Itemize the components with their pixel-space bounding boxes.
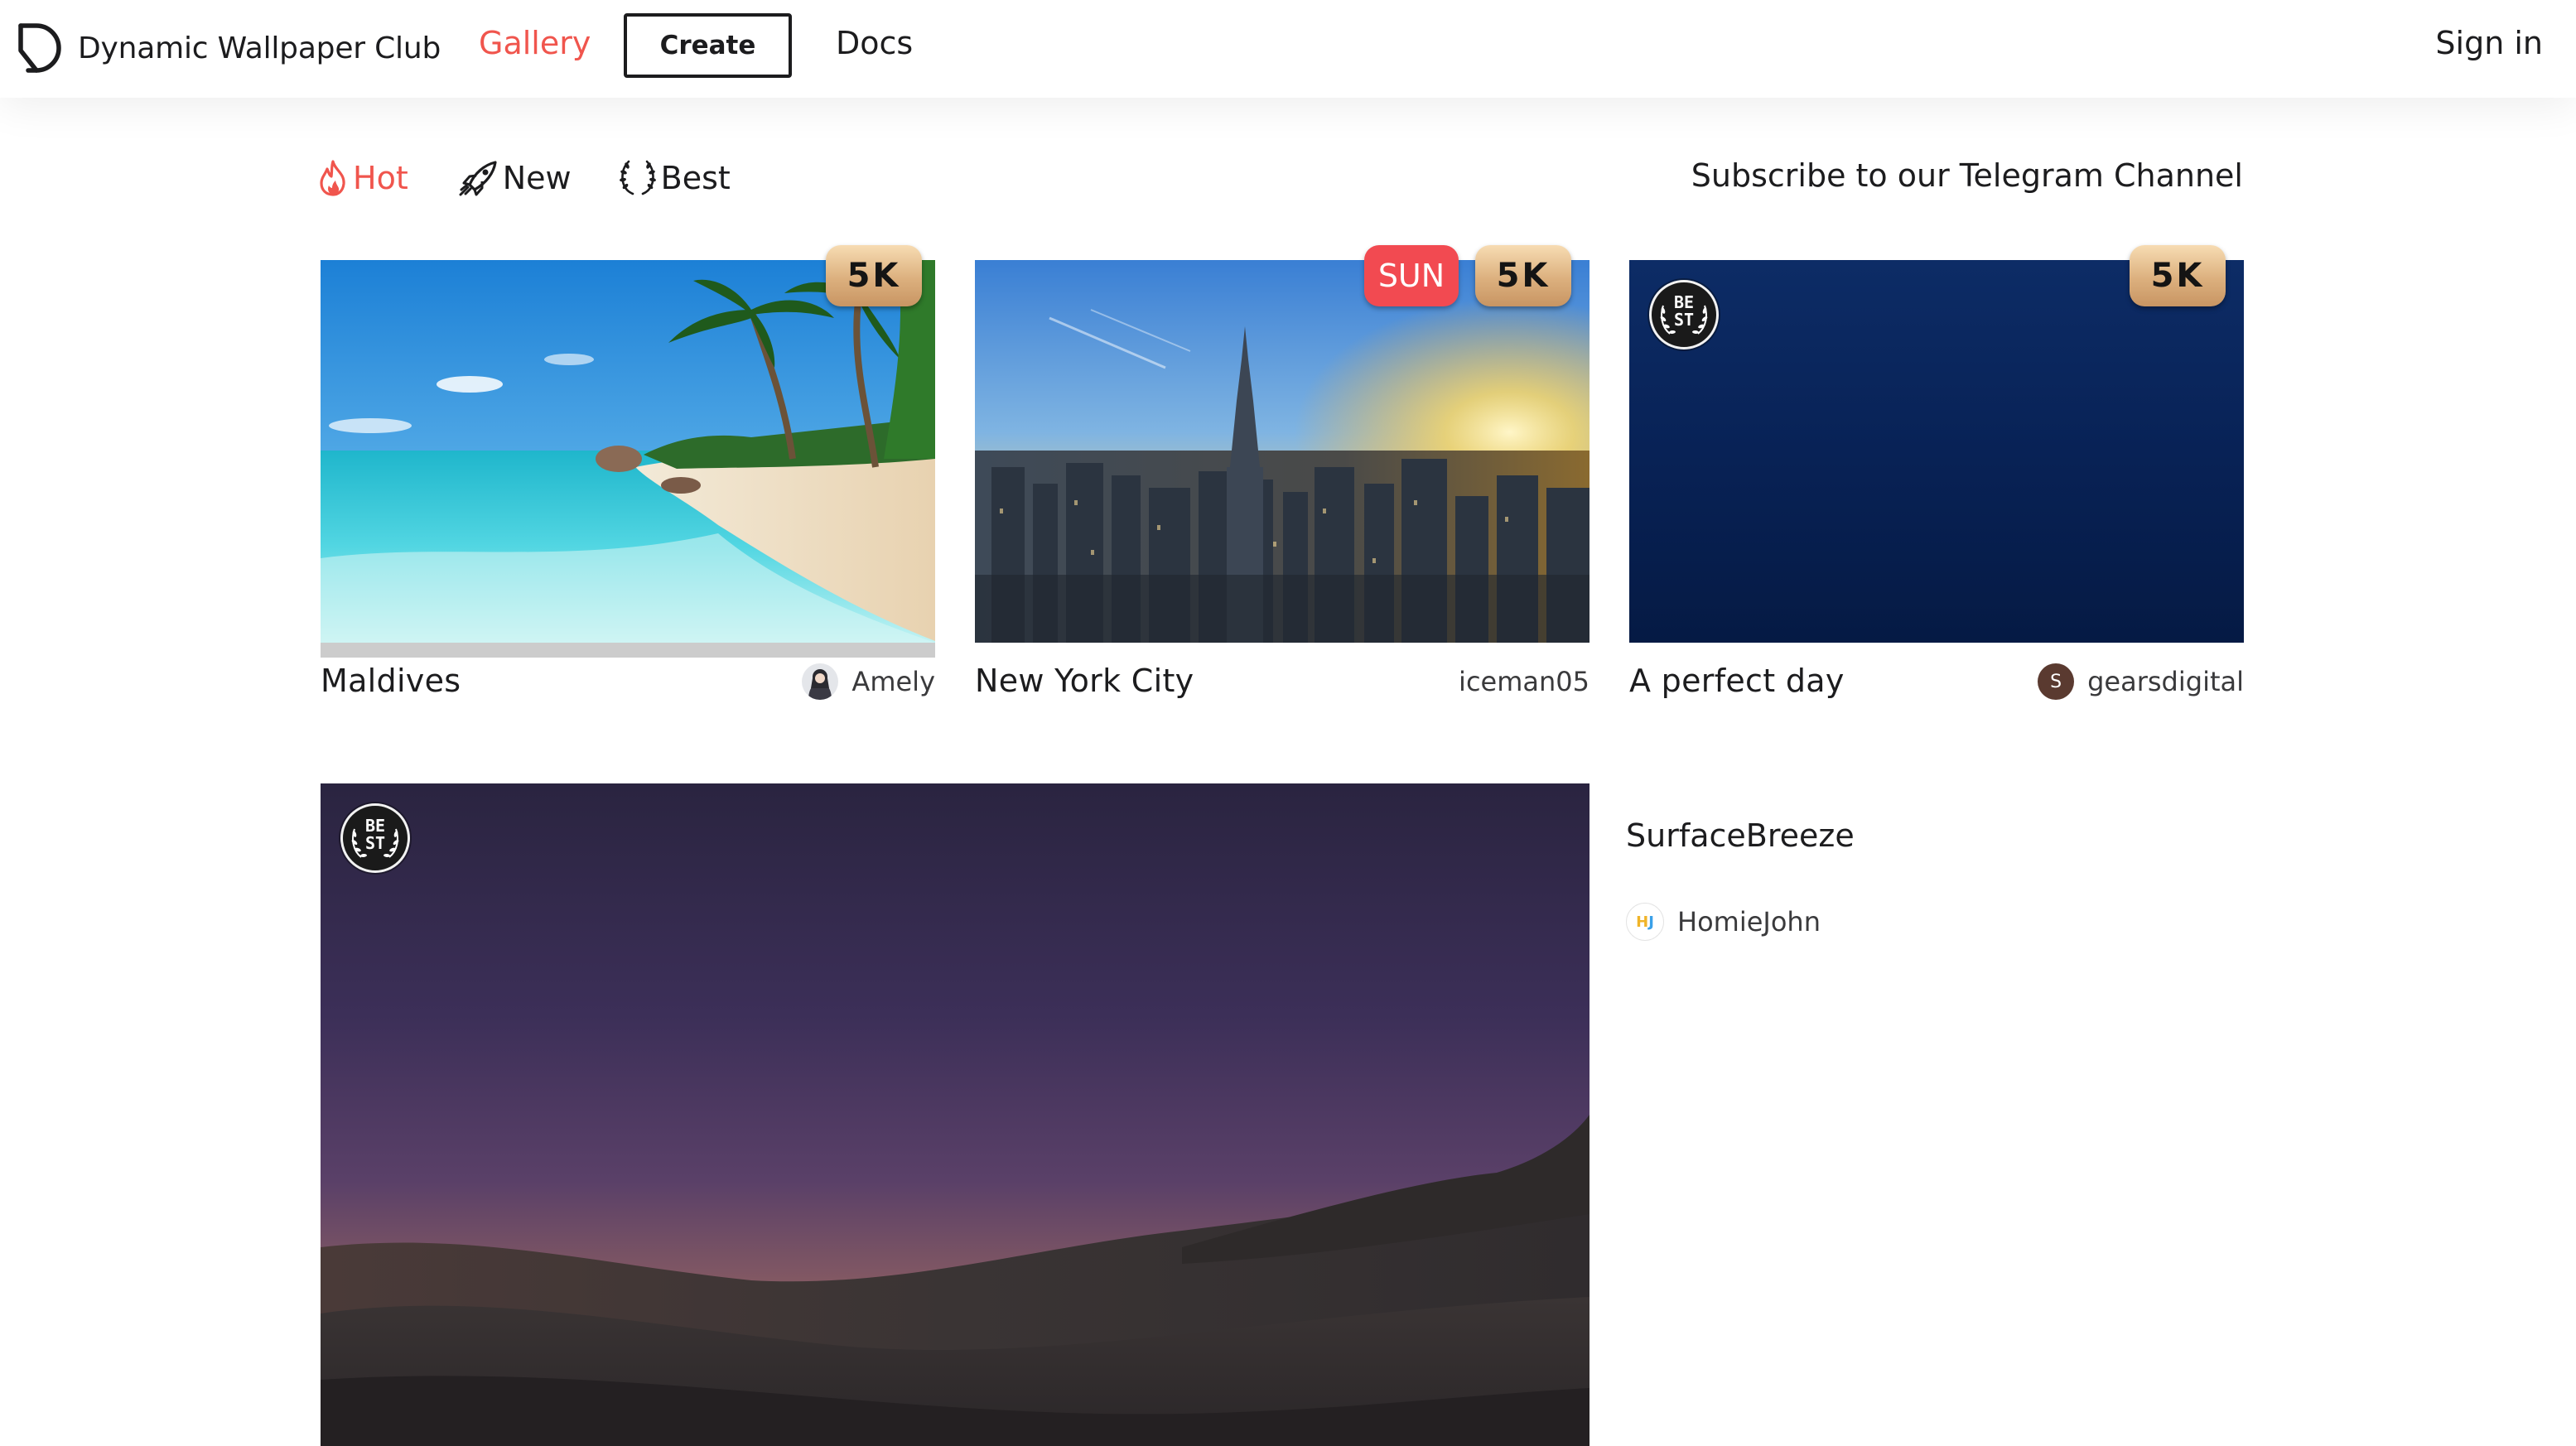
author-link[interactable]: HJ HomieJohn <box>1626 901 1821 942</box>
brand-name: Dynamic Wallpaper Club <box>78 31 441 65</box>
author-name: Amely <box>851 666 935 697</box>
author-link[interactable]: iceman05 <box>1459 661 1589 702</box>
avatar: S <box>2038 663 2075 700</box>
wallpaper-thumbnail[interactable] <box>321 260 935 658</box>
sign-in-link[interactable]: Sign in <box>2435 25 2543 61</box>
best-badge-text: BE ST <box>364 816 386 853</box>
wallpaper-card-surfacebreeze[interactable]: BE ST <box>321 783 1589 1446</box>
wallpaper-card-new-york-city[interactable]: SUN 5K New York City iceman05 <box>975 245 1589 709</box>
author-name: iceman05 <box>1459 666 1589 697</box>
best-badge: BE ST <box>340 803 410 873</box>
desert-dunes-image <box>321 783 1589 1446</box>
brand-home-link[interactable]: Dynamic Wallpaper Club <box>18 22 441 75</box>
author-link[interactable]: Amely <box>802 661 935 702</box>
sort-filter-tabs: Hot New Best <box>318 154 731 202</box>
author-link[interactable]: S gearsdigital <box>2038 661 2244 702</box>
avatar <box>802 663 839 700</box>
flame-icon <box>320 160 345 196</box>
wallpaper-card-a-perfect-day[interactable]: BE ST 5K A perfect day S gearsdigital <box>1629 245 2244 709</box>
nav-link-docs[interactable]: Docs <box>836 25 913 61</box>
wallpaper-thumbnail[interactable] <box>321 783 1589 1446</box>
author-name: gearsdigital <box>2087 666 2244 697</box>
wallpaper-thumbnail[interactable] <box>975 260 1589 643</box>
wallpaper-title[interactable]: Maldives <box>321 663 461 699</box>
best-badge-text: BE ST <box>1673 292 1695 330</box>
rocket-icon <box>459 161 497 196</box>
filter-tab-best[interactable]: Best <box>619 159 731 197</box>
sun-badge: SUN <box>1364 245 1459 306</box>
wallpaper-title[interactable]: New York City <box>975 663 1194 699</box>
filter-tab-best-label: Best <box>660 160 731 196</box>
telegram-subscribe-link[interactable]: Subscribe to our Telegram Channel <box>1691 157 2243 194</box>
filter-tab-new-label: New <box>502 160 572 196</box>
filter-tab-hot-label: Hot <box>353 160 408 196</box>
create-button[interactable]: Create <box>624 13 792 78</box>
beach-image <box>321 260 935 643</box>
5k-resolution-badge: 5K <box>1475 245 1571 306</box>
city-skyline-image <box>975 260 1589 643</box>
filter-tab-hot[interactable]: Hot <box>318 160 408 196</box>
laurel-icon <box>619 160 656 195</box>
filter-tab-new[interactable]: New <box>458 160 572 196</box>
avatar: HJ <box>1626 903 1664 941</box>
nav-link-gallery[interactable]: Gallery <box>479 25 591 61</box>
wallpaper-thumbnail[interactable] <box>1629 260 2244 643</box>
5k-resolution-badge: 5K <box>2130 245 2226 306</box>
5k-resolution-badge: 5K <box>826 245 922 306</box>
top-navigation-bar: Dynamic Wallpaper Club Gallery Create Do… <box>0 0 2576 98</box>
best-badge: BE ST <box>1649 280 1719 349</box>
avatar-initial: S <box>2050 671 2062 692</box>
wallpaper-title[interactable]: A perfect day <box>1629 663 1845 699</box>
wallpaper-card-maldives[interactable]: 5K Maldives Amely <box>321 245 935 709</box>
wallpaper-title[interactable]: SurfaceBreeze <box>1626 817 1855 854</box>
club-logo-icon <box>18 23 61 73</box>
author-name: HomieJohn <box>1677 906 1821 937</box>
